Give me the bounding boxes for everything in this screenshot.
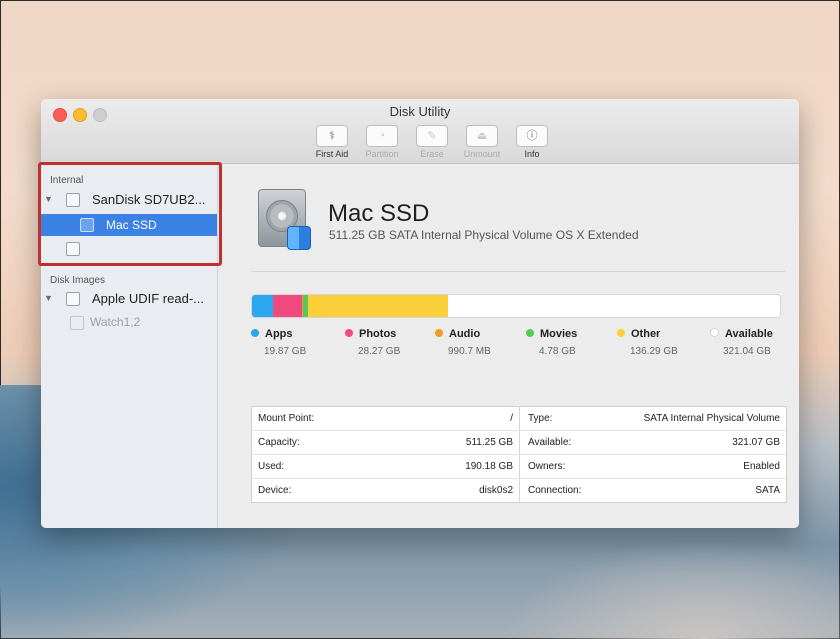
drive-icon [66,193,80,207]
info-key: Type: [528,413,553,424]
sidebar: Internal ▼ SanDisk SD7UB2... Mac SSD Dis… [41,164,218,528]
info-value: 511.25 GB [465,437,513,448]
eject-icon: ⏏ [466,125,498,147]
desktop-wave [500,540,840,639]
info-value: disk0s2 [479,485,513,496]
legend-label: Movies [540,328,578,340]
info-value: 321.07 GB [732,437,780,448]
sidebar-section-disk-images: Disk Images [50,275,106,286]
info-button[interactable]: ⓘ Info [504,125,560,159]
volume-description: 511.25 GB SATA Internal Physical Volume … [329,228,639,242]
usage-segment-available [448,295,780,317]
legend-size: 990.7 MB [448,346,491,357]
sidebar-item-label: Apple UDIF read-... [92,291,204,306]
first-aid-label: First Aid [315,149,349,159]
legend-label: Apps [265,328,293,340]
legend-label: Available [725,328,773,340]
legend-size: 4.78 GB [539,346,576,357]
first-aid-button[interactable]: ⚕ First Aid [304,125,360,159]
volume-icon [80,218,94,232]
info-key: Device: [258,485,292,496]
partition-label: Partition [365,149,399,159]
info-icon: ⓘ [516,125,548,147]
disk-utility-window: Disk Utility ⚕ First Aid ◔ Partition ✎ E… [41,99,799,528]
info-row: Device: disk0s2 Connection: SATA [252,479,786,502]
disclosure-triangle-icon[interactable]: ▼ [44,194,53,204]
info-value: SATA Internal Physical Volume [643,413,780,424]
legend-audio: Audio 990.7 MB [435,328,491,357]
legend-size: 28.27 GB [358,346,401,357]
legend-dot [617,329,625,337]
usage-segment-apps [252,295,273,317]
info-row: Mount Point: / Type: SATA Internal Physi… [252,407,786,431]
erase-icon: ✎ [416,125,448,147]
sidebar-item-watch[interactable]: Watch1,2 [41,312,217,334]
info-value: 190.18 GB [465,461,513,472]
finder-icon [287,226,311,250]
legend-movies: Movies 4.78 GB [526,328,577,357]
sidebar-item-label: SanDisk SD7UB2... [92,192,206,207]
info-row: Used: 190.18 GB Owners: Enabled [252,455,786,479]
usage-segment-photos [272,295,302,317]
legend-label: Audio [449,328,481,340]
sidebar-item-apple-udif[interactable]: ▼ Apple UDIF read-... [41,288,217,310]
info-value: / [510,413,513,424]
sidebar-item-unnamed-volume[interactable] [41,238,217,260]
info-key: Available: [528,437,572,448]
storage-usage-bar [251,294,781,318]
stethoscope-icon: ⚕ [316,125,348,147]
legend-dot [710,328,719,337]
volume-detail-pane: Mac SSD 511.25 GB SATA Internal Physical… [218,164,799,528]
hard-drive-icon [258,189,311,250]
sidebar-section-internal: Internal [50,175,84,186]
sidebar-item-mac-ssd[interactable]: Mac SSD [41,214,217,236]
legend-dot [435,329,443,337]
sidebar-item-sandisk[interactable]: ▼ SanDisk SD7UB2... [41,189,217,211]
legend-size: 321.04 GB [723,346,771,357]
usage-segment-other [307,295,449,317]
unmount-label: Unmount [463,149,501,159]
partition-button[interactable]: ◔ Partition [354,125,410,159]
legend-photos: Photos 28.27 GB [345,328,400,357]
disk-image-icon [66,292,80,306]
volume-icon [66,242,80,256]
info-key: Owners: [528,461,566,472]
info-value: Enabled [743,461,780,472]
erase-button[interactable]: ✎ Erase [404,125,460,159]
volume-info-table: Mount Point: / Type: SATA Internal Physi… [251,406,787,503]
erase-label: Erase [420,149,444,159]
legend-size: 19.87 GB [264,346,307,357]
legend-dot [526,329,534,337]
legend-label: Other [631,328,661,340]
legend-label: Photos [359,328,397,340]
legend-dot [345,329,353,337]
info-value: SATA [755,485,780,496]
volume-icon [70,316,84,330]
sidebar-item-label: Watch1,2 [90,315,141,329]
legend-available: Available 321.04 GB [710,328,773,357]
sidebar-item-label: Mac SSD [106,218,157,232]
divider [251,271,785,272]
window-title: Disk Utility [389,104,451,119]
legend-apps: Apps 19.87 GB [251,328,306,357]
unmount-button[interactable]: ⏏ Unmount [454,125,510,159]
legend-dot [251,329,259,337]
info-key: Capacity: [258,437,300,448]
volume-name: Mac SSD [328,200,430,227]
info-key: Connection: [528,485,582,496]
legend-size: 136.29 GB [630,346,678,357]
info-row: Capacity: 511.25 GB Available: 321.07 GB [252,431,786,455]
info-label: Info [524,149,540,159]
title-bar: Disk Utility ⚕ First Aid ◔ Partition ✎ E… [41,99,799,164]
info-key: Mount Point: [258,413,315,424]
legend-other: Other 136.29 GB [617,328,678,357]
disclosure-triangle-icon[interactable]: ▼ [44,293,53,303]
partition-icon: ◔ [366,125,398,147]
info-key: Used: [258,461,285,472]
